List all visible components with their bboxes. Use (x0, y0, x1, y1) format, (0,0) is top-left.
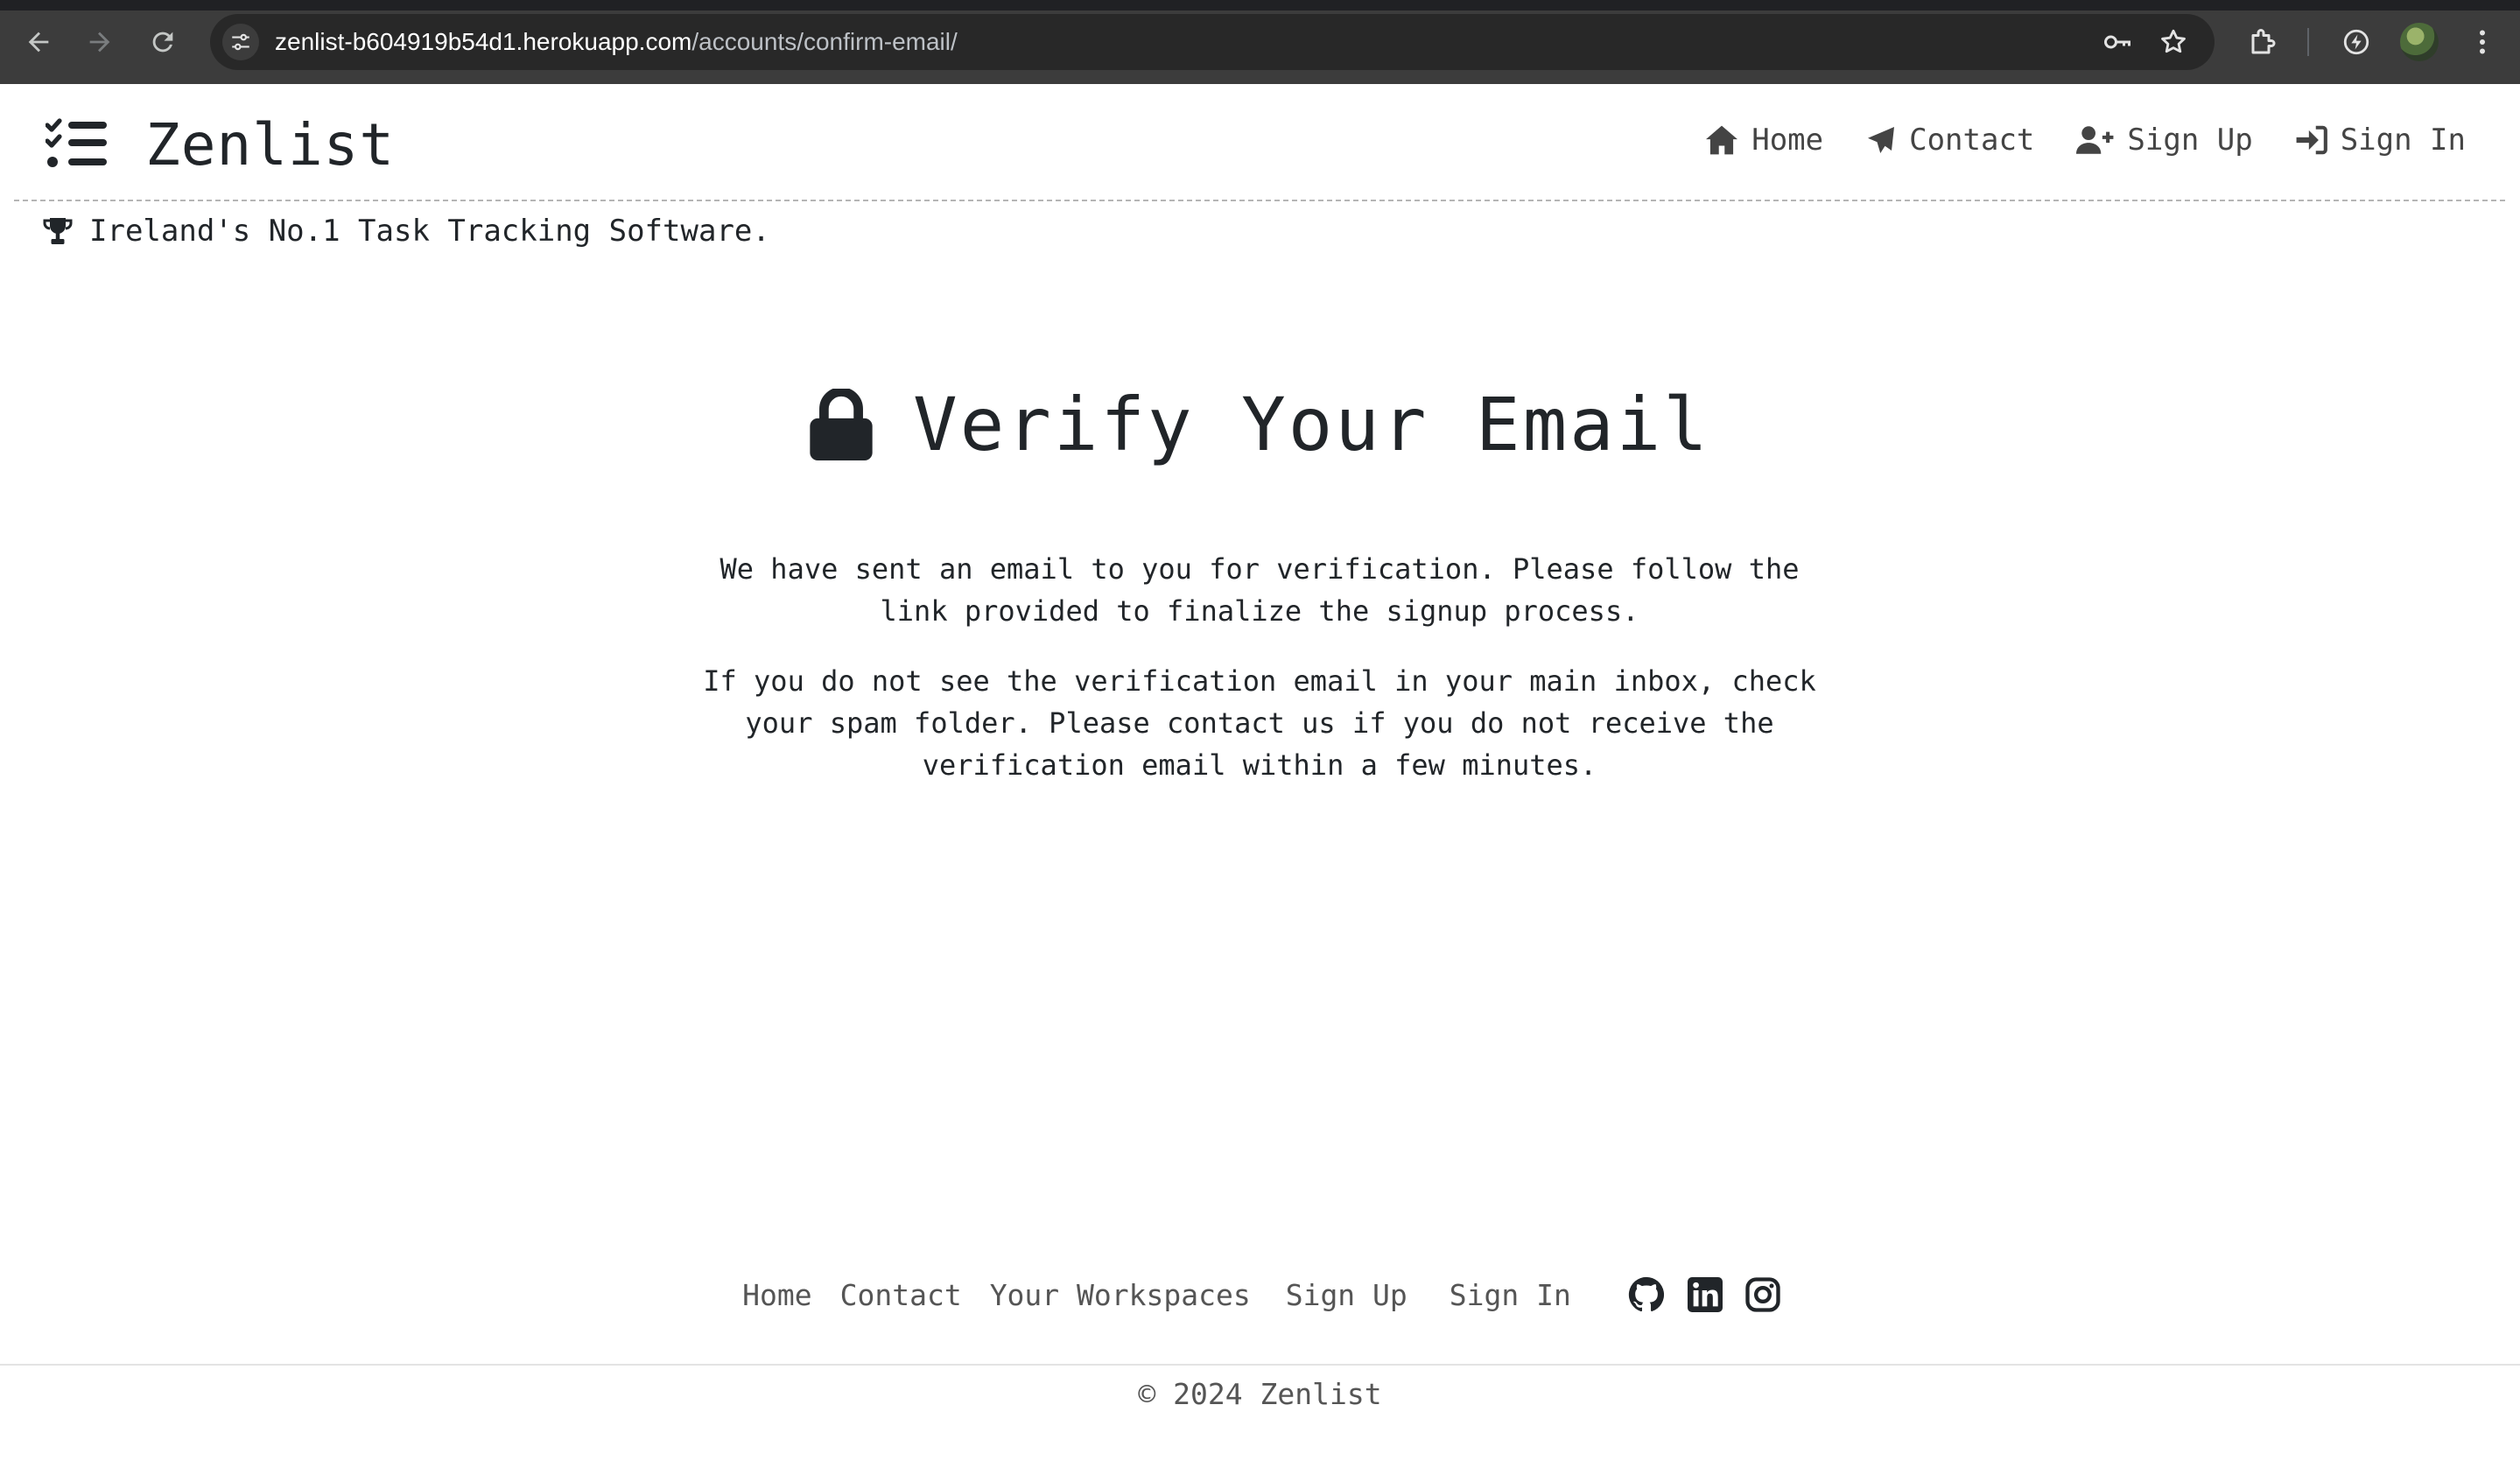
address-bar[interactable]: zenlist-b604919b54d1.herokuapp.com/accou… (210, 14, 2215, 70)
performance-icon[interactable] (2337, 23, 2376, 61)
page-title: Verify Your Email (913, 382, 1710, 467)
trophy-icon (43, 218, 73, 244)
instagram-icon[interactable] (1745, 1277, 1780, 1312)
site-info-icon[interactable] (222, 24, 259, 60)
forward-icon[interactable] (81, 23, 119, 61)
url-host: zenlist-b604919b54d1.herokuapp.com (275, 28, 692, 55)
footer-link-sign-in[interactable]: Sign In (1450, 1278, 1571, 1312)
browser-toolbar: zenlist-b604919b54d1.herokuapp.com/accou… (0, 0, 2520, 84)
profile-avatar[interactable] (2400, 23, 2439, 61)
linkedin-icon[interactable] (1687, 1277, 1723, 1312)
extensions-icon[interactable] (2244, 23, 2283, 61)
social-links (1617, 1276, 1792, 1313)
house-icon (1706, 125, 1738, 155)
nav-sign-in-label: Sign In (2340, 123, 2466, 158)
page-heading: Verify Your Email (0, 382, 2520, 467)
lock-icon (810, 389, 873, 460)
message-paragraph-2: If you do not see the verification email… (703, 664, 1816, 782)
footer-link-contact[interactable]: Contact (840, 1278, 962, 1312)
nav-sign-in[interactable]: Sign In (2295, 123, 2466, 158)
checklist-icon (46, 118, 107, 167)
header-divider (14, 200, 2505, 201)
verification-message: We have sent an email to you for verific… (691, 548, 1829, 814)
back-icon[interactable] (19, 23, 58, 61)
footer-nav: Home Contact Your Workspaces Sign Up Sig… (0, 1276, 2520, 1313)
user-plus-icon (2076, 126, 2114, 154)
reload-icon[interactable] (144, 23, 182, 61)
sign-in-icon (2296, 125, 2327, 155)
copyright-text: © 2024 Zenlist (1138, 1377, 1382, 1411)
tab-strip (0, 0, 2520, 11)
footer-link-sign-up[interactable]: Sign Up (1286, 1278, 1407, 1312)
message-paragraph-1: We have sent an email to you for verific… (719, 552, 1800, 628)
nav-sign-up-label: Sign Up (2127, 123, 2253, 158)
nav-home-label: Home (1751, 123, 1824, 158)
brand-link[interactable]: Zenlist (46, 111, 395, 179)
github-icon[interactable] (1628, 1276, 1665, 1313)
nav-contact[interactable]: Contact (1865, 123, 2034, 158)
web-page: Zenlist Home Contact Sign Up Sign In Ire… (0, 84, 2520, 1461)
nav-contact-label: Contact (1909, 123, 2035, 158)
paper-plane-icon (1868, 127, 1895, 153)
toolbar-separator (2307, 28, 2309, 56)
tagline-text: Ireland's No.1 Task Tracking Software. (89, 214, 770, 249)
tagline: Ireland's No.1 Task Tracking Software. (42, 214, 770, 249)
url-text[interactable]: zenlist-b604919b54d1.herokuapp.com/accou… (275, 14, 958, 70)
footer-link-home[interactable]: Home (742, 1278, 811, 1312)
nav-sign-up[interactable]: Sign Up (2076, 123, 2253, 158)
bookmark-star-icon[interactable] (2157, 25, 2190, 59)
url-path: /accounts/confirm-email/ (691, 28, 958, 55)
nav-home[interactable]: Home (1704, 123, 1823, 158)
password-key-icon[interactable] (2101, 25, 2134, 59)
footer-link-workspaces[interactable]: Your Workspaces (990, 1278, 1251, 1312)
main-nav: Home Contact Sign Up Sign In (1662, 123, 2466, 158)
brand-name: Zenlist (145, 110, 396, 179)
menu-dots-icon[interactable] (2463, 23, 2502, 61)
